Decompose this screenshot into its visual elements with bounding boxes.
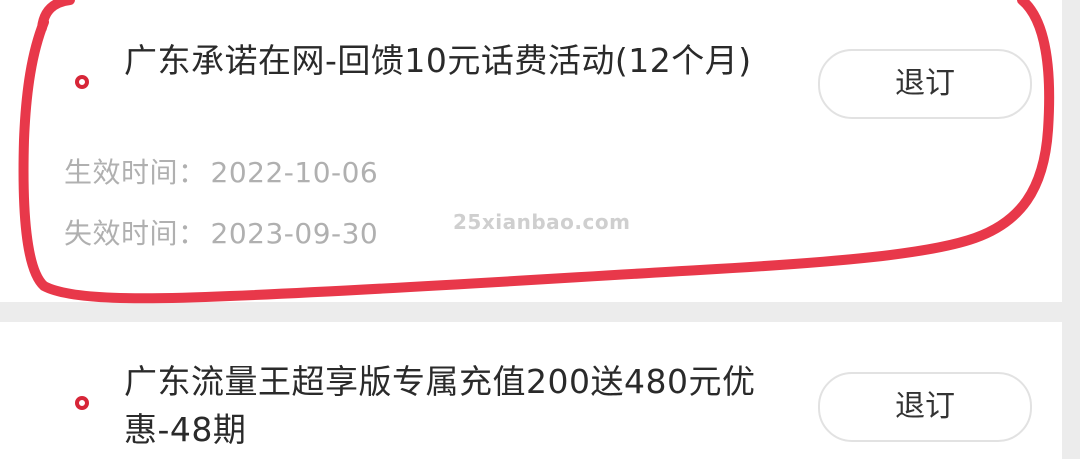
- red-ring-bullet-icon: [75, 75, 89, 89]
- effective-date-row: 生效时间： 2022-10-06: [64, 155, 378, 191]
- unsubscribe-button[interactable]: 退订: [818, 49, 1032, 119]
- expire-date-row: 失效时间： 2023-09-30: [64, 216, 378, 252]
- red-ring-bullet-icon: [75, 396, 89, 410]
- subscription-title: 广东承诺在网-回馈10元话费活动(12个月): [124, 41, 752, 80]
- subscription-list-page: 广东承诺在网-回馈10元话费活动(12个月) 退订 生效时间： 2022-10-0…: [0, 0, 1080, 459]
- unsubscribe-button[interactable]: 退订: [818, 372, 1032, 442]
- watermark: 25xianbao.com: [453, 210, 631, 234]
- effective-date-label: 生效时间：: [64, 156, 207, 189]
- expire-date-value: 2023-09-30: [210, 217, 379, 250]
- effective-date-value: 2022-10-06: [210, 156, 379, 189]
- expire-date-label: 失效时间：: [64, 217, 207, 250]
- subscription-title: 广东流量王超享版专属充值200送480元优惠-48期: [124, 362, 756, 449]
